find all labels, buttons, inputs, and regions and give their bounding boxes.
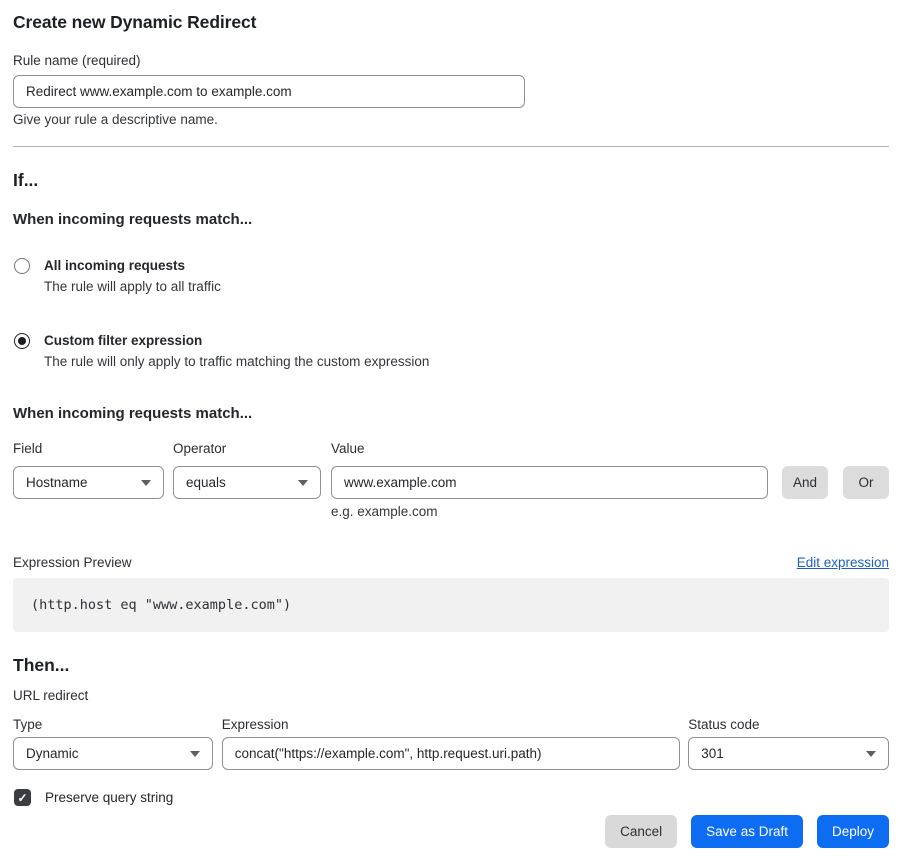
redirect-config-row: Type Dynamic Expression Status code 301 bbox=[13, 717, 889, 770]
operator-select-value: equals bbox=[186, 475, 226, 490]
deploy-button[interactable]: Deploy bbox=[817, 815, 889, 848]
field-label: Field bbox=[13, 441, 164, 457]
radio-option-custom-filter-expression[interactable]: Custom filter expression The rule will o… bbox=[13, 332, 889, 370]
expression-preview-code: (http.host eq "www.example.com") bbox=[31, 597, 291, 613]
match-heading: When incoming requests match... bbox=[13, 211, 889, 229]
expression-preview-code-block: (http.host eq "www.example.com") bbox=[13, 578, 889, 632]
section-divider bbox=[13, 146, 889, 147]
rule-name-help: Give your rule a descriptive name. bbox=[13, 112, 889, 128]
field-select-value: Hostname bbox=[26, 475, 88, 490]
radio-option-label: All incoming requests bbox=[44, 257, 221, 274]
radio-option-all-incoming-requests[interactable]: All incoming requests The rule will appl… bbox=[13, 257, 889, 295]
filter-builder-row: Field Hostname Operator equals Value e.g… bbox=[13, 441, 889, 520]
expression-preview-label: Expression Preview bbox=[13, 554, 132, 571]
or-button[interactable]: Or bbox=[843, 466, 889, 499]
status-code-column: Status code 301 bbox=[688, 717, 889, 770]
type-label: Type bbox=[13, 717, 213, 733]
preserve-query-string-row[interactable]: ✓ Preserve query string bbox=[13, 789, 889, 806]
filter-builder-heading: When incoming requests match... bbox=[13, 405, 889, 423]
status-code-select-value: 301 bbox=[701, 746, 724, 761]
edit-expression-link[interactable]: Edit expression bbox=[797, 554, 889, 571]
page-title: Create new Dynamic Redirect bbox=[13, 10, 889, 34]
chevron-down-icon bbox=[141, 480, 151, 486]
expression-column: Expression bbox=[222, 717, 680, 770]
radio-unselected-icon[interactable] bbox=[14, 258, 30, 274]
rule-name-label: Rule name (required) bbox=[13, 53, 889, 69]
expression-label: Expression bbox=[222, 717, 680, 733]
operator-select[interactable]: equals bbox=[173, 466, 321, 499]
url-redirect-label: URL redirect bbox=[13, 688, 889, 704]
expression-preview-header: Expression Preview Edit expression bbox=[13, 554, 889, 571]
type-select-value: Dynamic bbox=[26, 746, 79, 761]
radio-option-text: Custom filter expression The rule will o… bbox=[44, 332, 429, 370]
value-input[interactable] bbox=[331, 466, 768, 499]
save-as-draft-button[interactable]: Save as Draft bbox=[691, 815, 803, 848]
then-heading: Then... bbox=[13, 654, 889, 677]
type-column: Type Dynamic bbox=[13, 717, 213, 770]
chevron-down-icon bbox=[866, 751, 876, 757]
field-select[interactable]: Hostname bbox=[13, 466, 164, 499]
value-column: Value e.g. example.com bbox=[331, 441, 768, 520]
operator-label: Operator bbox=[173, 441, 321, 457]
value-label: Value bbox=[331, 441, 768, 457]
radio-option-description: The rule will apply to all traffic bbox=[44, 278, 221, 295]
create-dynamic-redirect-page: Create new Dynamic Redirect Rule name (r… bbox=[0, 0, 907, 859]
redirect-expression-input[interactable] bbox=[222, 737, 680, 770]
status-code-label: Status code bbox=[688, 717, 889, 733]
rule-name-input[interactable] bbox=[13, 75, 525, 108]
if-heading: If... bbox=[13, 169, 889, 192]
radio-option-label: Custom filter expression bbox=[44, 332, 429, 349]
operator-column: Operator equals bbox=[173, 441, 321, 520]
radio-option-description: The rule will only apply to traffic matc… bbox=[44, 353, 429, 370]
footer-actions: Cancel Save as Draft Deploy bbox=[13, 815, 889, 848]
checkbox-checked-icon[interactable]: ✓ bbox=[14, 789, 31, 806]
chevron-down-icon bbox=[298, 480, 308, 486]
radio-option-text: All incoming requests The rule will appl… bbox=[44, 257, 221, 295]
cancel-button[interactable]: Cancel bbox=[605, 815, 677, 848]
status-code-select[interactable]: 301 bbox=[688, 737, 889, 770]
chevron-down-icon bbox=[190, 751, 200, 757]
type-select[interactable]: Dynamic bbox=[13, 737, 213, 770]
value-help: e.g. example.com bbox=[331, 504, 768, 520]
and-button[interactable]: And bbox=[782, 466, 828, 499]
field-column: Field Hostname bbox=[13, 441, 164, 520]
preserve-query-string-label: Preserve query string bbox=[45, 790, 173, 805]
radio-selected-icon[interactable] bbox=[14, 333, 30, 349]
